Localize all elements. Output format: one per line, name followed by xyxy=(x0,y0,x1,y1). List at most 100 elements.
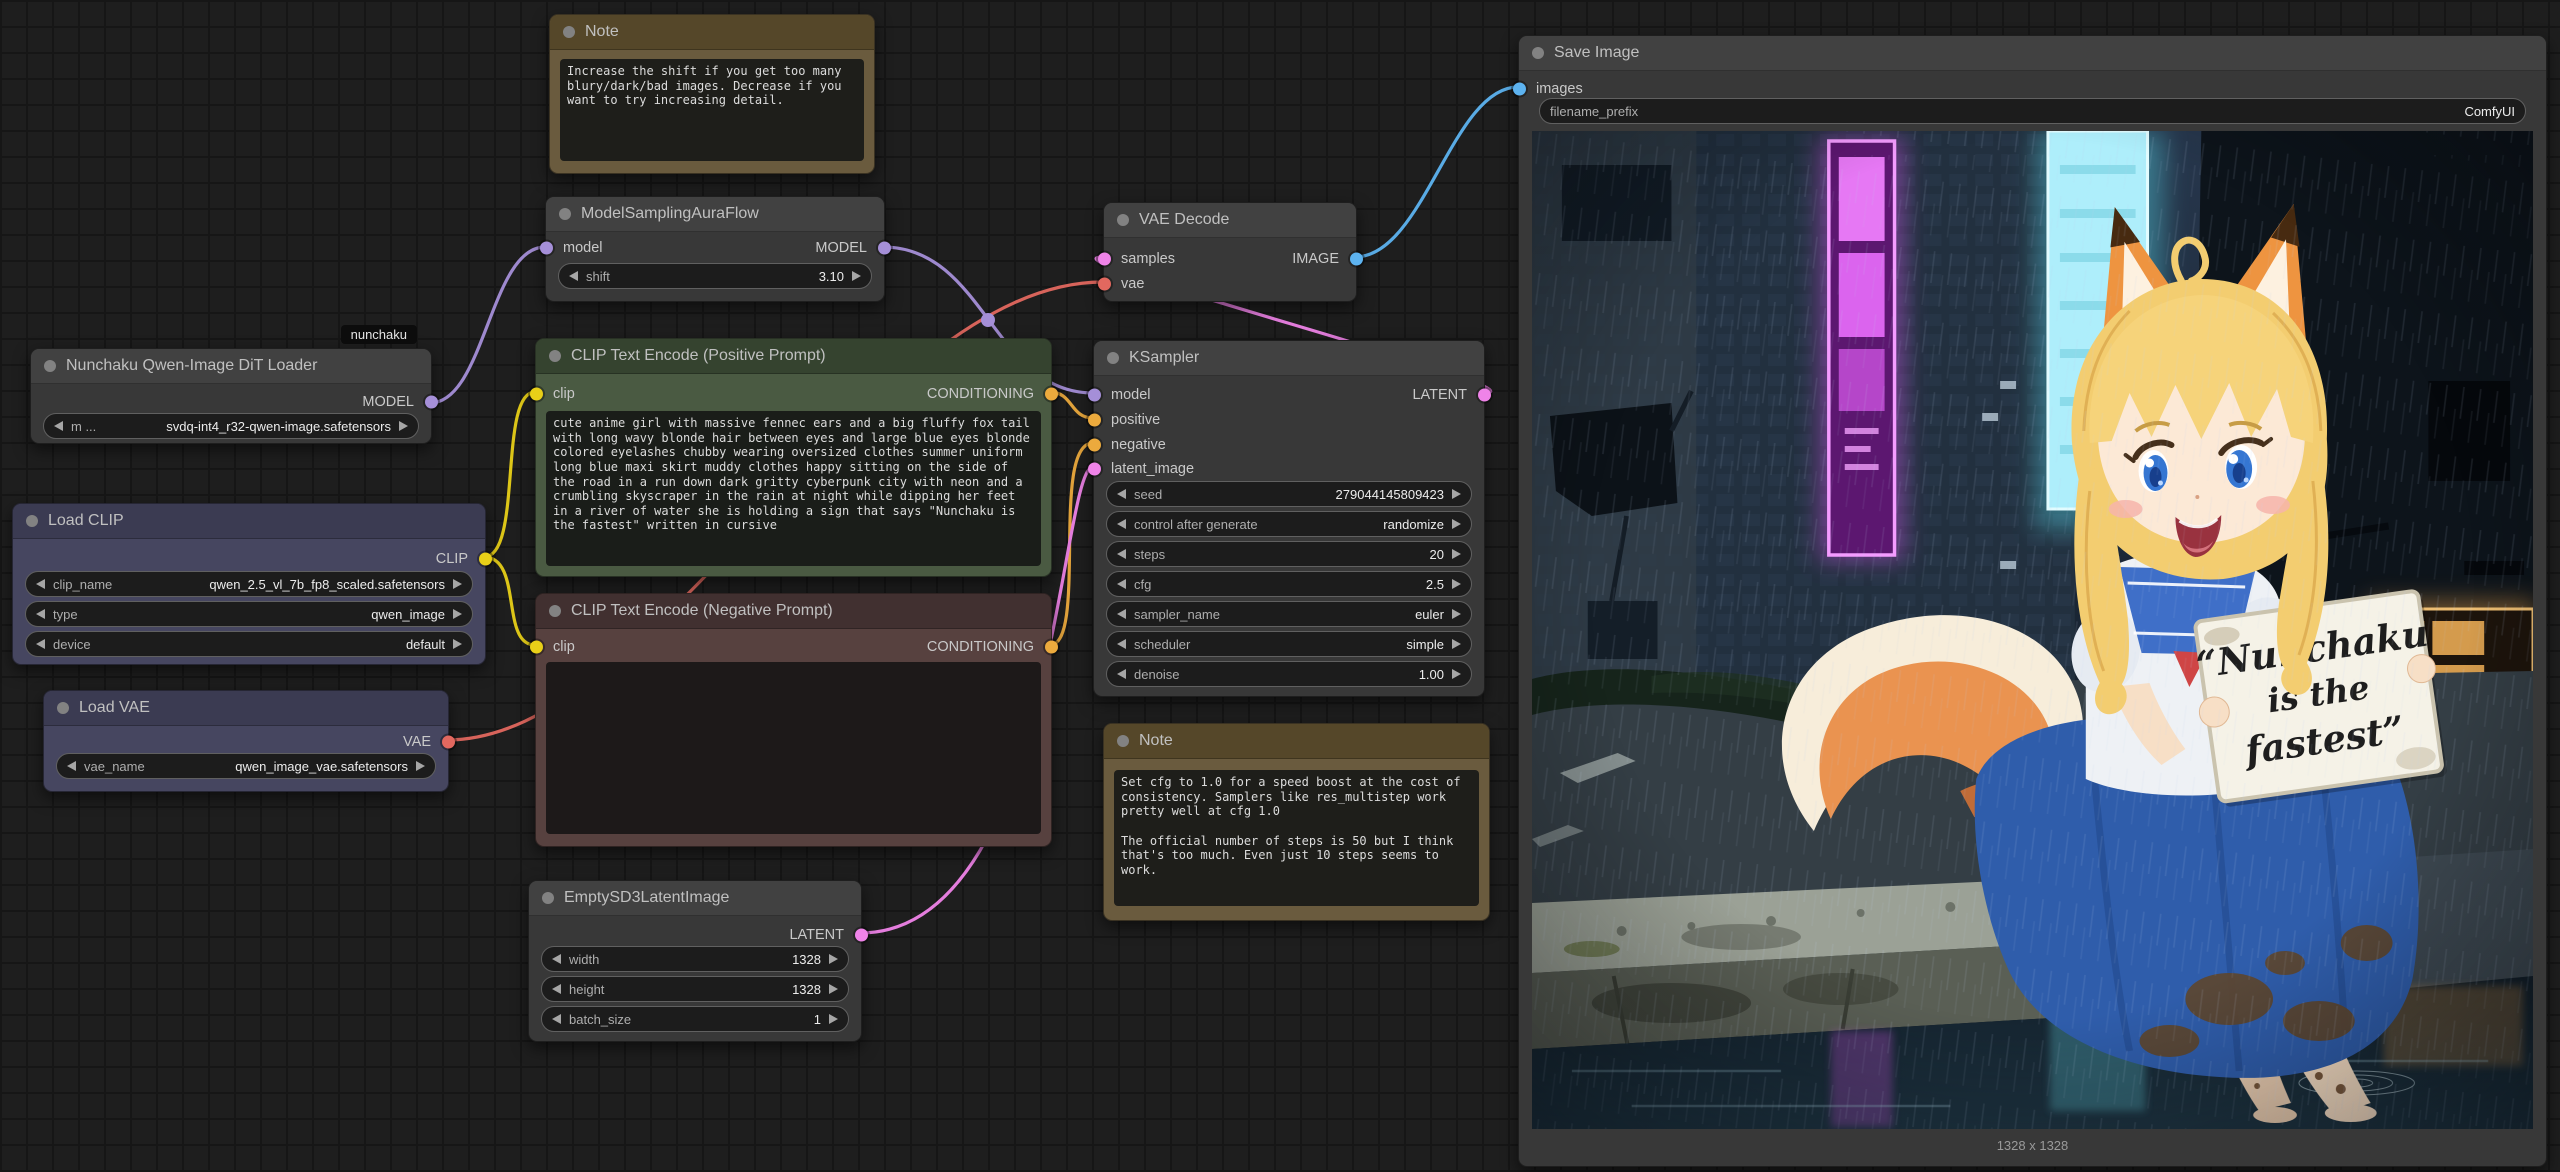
decrement-arrow-icon[interactable] xyxy=(36,579,45,589)
decrement-arrow-icon[interactable] xyxy=(54,421,63,431)
decrement-arrow-icon[interactable] xyxy=(1117,609,1126,619)
node-header[interactable]: EmptySD3LatentImage xyxy=(529,881,861,916)
node-header[interactable]: Load CLIP xyxy=(13,504,485,539)
output-port-conditioning[interactable] xyxy=(1045,387,1058,400)
link-midpoint-dot[interactable] xyxy=(981,313,995,327)
node-vae-decode[interactable]: VAE Decode samples IMAGE vae xyxy=(1103,202,1357,302)
decrement-arrow-icon[interactable] xyxy=(1117,669,1126,679)
widget-sampler-name[interactable]: sampler_name euler xyxy=(1106,601,1472,627)
widget-seed[interactable]: seed 279044145809423 xyxy=(1106,481,1472,507)
positive-prompt-textarea[interactable]: cute anime girl with massive fennec ears… xyxy=(546,411,1041,566)
collapse-dot-icon[interactable] xyxy=(57,702,69,714)
node-clip-text-encode-positive[interactable]: CLIP Text Encode (Positive Prompt) clip … xyxy=(535,338,1052,577)
collapse-dot-icon[interactable] xyxy=(1532,47,1544,59)
collapse-dot-icon[interactable] xyxy=(1107,352,1119,364)
node-header[interactable]: VAE Decode xyxy=(1104,203,1356,238)
widget-height[interactable]: height 1328 xyxy=(541,976,849,1002)
widget-scheduler[interactable]: scheduler simple xyxy=(1106,631,1472,657)
increment-arrow-icon[interactable] xyxy=(1452,579,1461,589)
input-port-samples[interactable] xyxy=(1098,252,1111,265)
node-header[interactable]: Note xyxy=(1104,724,1489,759)
node-load-vae[interactable]: Load VAE VAE vae_name qwen_image_vae.saf… xyxy=(43,690,449,792)
collapse-dot-icon[interactable] xyxy=(563,26,575,38)
input-port-latent-image[interactable] xyxy=(1088,462,1101,475)
input-port-positive[interactable] xyxy=(1088,413,1101,426)
widget-shift[interactable]: shift 3.10 xyxy=(558,263,872,289)
decrement-arrow-icon[interactable] xyxy=(1117,489,1126,499)
output-port-vae[interactable] xyxy=(442,735,455,748)
increment-arrow-icon[interactable] xyxy=(1452,669,1461,679)
node-note-cfg[interactable]: Note Set cfg to 1.0 for a speed boost at… xyxy=(1103,723,1490,921)
increment-arrow-icon[interactable] xyxy=(829,1014,838,1024)
node-header[interactable]: Save Image xyxy=(1519,36,2546,71)
increment-arrow-icon[interactable] xyxy=(453,609,462,619)
decrement-arrow-icon[interactable] xyxy=(1117,549,1126,559)
output-port-model[interactable] xyxy=(878,241,891,254)
collapse-dot-icon[interactable] xyxy=(549,605,561,617)
negative-prompt-textarea[interactable] xyxy=(546,662,1041,834)
node-empty-sd3-latent-image[interactable]: EmptySD3LatentImage LATENT width 1328 he… xyxy=(528,880,862,1042)
widget-model-name[interactable]: m ... svdq-int4_r32-qwen-image.safetenso… xyxy=(43,413,419,439)
increment-arrow-icon[interactable] xyxy=(453,579,462,589)
widget-type[interactable]: type qwen_image xyxy=(25,601,473,627)
node-graph-canvas[interactable]: Note Increase the shift if you get too m… xyxy=(0,0,2560,1172)
input-port-clip[interactable] xyxy=(530,387,543,400)
node-note-shift[interactable]: Note Increase the shift if you get too m… xyxy=(549,14,875,174)
increment-arrow-icon[interactable] xyxy=(852,271,861,281)
collapse-dot-icon[interactable] xyxy=(1117,735,1129,747)
input-port-images[interactable] xyxy=(1513,82,1526,95)
increment-arrow-icon[interactable] xyxy=(453,639,462,649)
increment-arrow-icon[interactable] xyxy=(416,761,425,771)
collapse-dot-icon[interactable] xyxy=(542,892,554,904)
widget-vae-name[interactable]: vae_name qwen_image_vae.safetensors xyxy=(56,753,436,779)
collapse-dot-icon[interactable] xyxy=(549,350,561,362)
decrement-arrow-icon[interactable] xyxy=(1117,579,1126,589)
node-ksampler[interactable]: KSampler model LATENT positive negative … xyxy=(1093,340,1485,697)
widget-batch-size[interactable]: batch_size 1 xyxy=(541,1006,849,1032)
decrement-arrow-icon[interactable] xyxy=(552,984,561,994)
output-port-image[interactable] xyxy=(1350,252,1363,265)
image-preview[interactable]: “Nunchaku is the fastest” xyxy=(1532,131,2533,1129)
increment-arrow-icon[interactable] xyxy=(1452,489,1461,499)
node-header[interactable]: ModelSamplingAuraFlow xyxy=(546,197,884,232)
node-header[interactable]: Nunchaku Qwen-Image DiT Loader xyxy=(31,349,431,384)
widget-steps[interactable]: steps 20 xyxy=(1106,541,1472,567)
widget-cfg[interactable]: cfg 2.5 xyxy=(1106,571,1472,597)
widget-width[interactable]: width 1328 xyxy=(541,946,849,972)
output-port-conditioning[interactable] xyxy=(1045,640,1058,653)
increment-arrow-icon[interactable] xyxy=(1452,609,1461,619)
input-port-negative[interactable] xyxy=(1088,438,1101,451)
increment-arrow-icon[interactable] xyxy=(829,984,838,994)
input-port-vae[interactable] xyxy=(1098,277,1111,290)
increment-arrow-icon[interactable] xyxy=(399,421,408,431)
widget-denoise[interactable]: denoise 1.00 xyxy=(1106,661,1472,687)
output-port-clip[interactable] xyxy=(479,552,492,565)
node-header[interactable]: CLIP Text Encode (Positive Prompt) xyxy=(536,339,1051,374)
output-port-latent[interactable] xyxy=(1478,388,1491,401)
note-textarea[interactable]: Increase the shift if you get too many b… xyxy=(560,59,864,161)
widget-clip-name[interactable]: clip_name qwen_2.5_vl_7b_fp8_scaled.safe… xyxy=(25,571,473,597)
node-header[interactable]: Note xyxy=(550,15,874,50)
note-textarea[interactable]: Set cfg to 1.0 for a speed boost at the … xyxy=(1114,770,1479,906)
decrement-arrow-icon[interactable] xyxy=(36,639,45,649)
decrement-arrow-icon[interactable] xyxy=(569,271,578,281)
widget-device[interactable]: device default xyxy=(25,631,473,657)
increment-arrow-icon[interactable] xyxy=(1452,639,1461,649)
node-clip-text-encode-negative[interactable]: CLIP Text Encode (Negative Prompt) clip … xyxy=(535,593,1052,847)
decrement-arrow-icon[interactable] xyxy=(36,609,45,619)
decrement-arrow-icon[interactable] xyxy=(1117,639,1126,649)
increment-arrow-icon[interactable] xyxy=(1452,519,1461,529)
node-save-image[interactable]: Save Image images filename_prefix ComfyU… xyxy=(1518,35,2547,1167)
output-port-latent[interactable] xyxy=(855,928,868,941)
node-model-sampling-auraflow[interactable]: ModelSamplingAuraFlow model MODEL shift … xyxy=(545,196,885,302)
node-header[interactable]: Load VAE xyxy=(44,691,448,726)
node-nunchaku-dit-loader[interactable]: nunchaku Nunchaku Qwen-Image DiT Loader … xyxy=(30,348,432,444)
collapse-dot-icon[interactable] xyxy=(26,515,38,527)
decrement-arrow-icon[interactable] xyxy=(67,761,76,771)
collapse-dot-icon[interactable] xyxy=(44,360,56,372)
increment-arrow-icon[interactable] xyxy=(829,954,838,964)
input-port-model[interactable] xyxy=(1088,388,1101,401)
output-port-model[interactable] xyxy=(425,395,438,408)
node-load-clip[interactable]: Load CLIP CLIP clip_name qwen_2.5_vl_7b_… xyxy=(12,503,486,665)
decrement-arrow-icon[interactable] xyxy=(552,1014,561,1024)
